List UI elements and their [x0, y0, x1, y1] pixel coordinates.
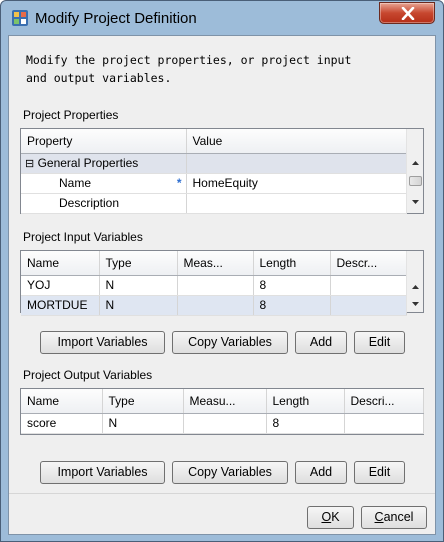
app-icon — [12, 10, 28, 26]
footer-separator — [9, 493, 435, 494]
ok-label-rest: K — [331, 510, 340, 524]
scroll-up-icon[interactable] — [411, 159, 420, 168]
column-header-description[interactable]: Descr... — [330, 251, 407, 276]
output-variables-grid[interactable]: Name Type Measu... Length Descri... scor… — [20, 388, 424, 435]
cancel-button[interactable]: Cancel — [361, 506, 427, 529]
column-header-length[interactable]: Length — [266, 389, 345, 414]
cancel-label-rest: ancel — [383, 510, 414, 524]
property-label: Name — [59, 176, 92, 190]
column-header-property[interactable]: Property — [21, 129, 187, 154]
cell-type[interactable]: N — [99, 275, 178, 296]
column-header-value[interactable]: Value — [186, 129, 407, 154]
cell-type[interactable]: N — [99, 295, 178, 316]
project-properties-label: Project Properties — [23, 108, 119, 122]
collapse-icon[interactable]: ⊟ — [25, 158, 34, 170]
cell-measure[interactable] — [177, 295, 254, 316]
scroll-down-icon[interactable] — [411, 299, 420, 308]
cell-type[interactable]: N — [102, 413, 184, 434]
edit-output-variable-button[interactable]: Edit — [354, 461, 405, 484]
import-input-variables-button[interactable]: Import Variables — [40, 331, 165, 354]
properties-grid[interactable]: Property Value ⊟ General Properties Name… — [20, 128, 424, 214]
column-header-type[interactable]: Type — [99, 251, 178, 276]
property-value[interactable] — [186, 193, 407, 214]
import-output-variables-button[interactable]: Import Variables — [40, 461, 165, 484]
property-row-name[interactable]: Name * HomeEquity — [21, 173, 407, 194]
edit-input-variable-button[interactable]: Edit — [354, 331, 405, 354]
column-header-name[interactable]: Name — [21, 389, 103, 414]
output-variables-label: Project Output Variables — [23, 368, 153, 382]
table-row[interactable]: YOJ N 8 — [21, 275, 407, 296]
cell-length[interactable]: 8 — [253, 275, 331, 296]
column-header-description[interactable]: Descri... — [344, 389, 424, 414]
property-group-row[interactable]: ⊟ General Properties — [21, 153, 407, 174]
window-title: Modify Project Definition — [35, 10, 197, 27]
group-label: General Properties — [37, 156, 139, 170]
table-row[interactable]: MORTDUE N 8 — [21, 295, 407, 316]
property-value[interactable]: HomeEquity — [186, 173, 407, 194]
cell-name[interactable]: score — [21, 413, 103, 434]
column-header-name[interactable]: Name — [21, 251, 100, 276]
input-variables-grid[interactable]: Name Type Meas... Length Descr... YOJ N — [20, 250, 424, 316]
input-variables-scrollbar[interactable] — [406, 251, 423, 312]
column-header-measure[interactable]: Measu... — [183, 389, 267, 414]
input-variables-label: Project Input Variables — [23, 230, 143, 244]
copy-output-variables-button[interactable]: Copy Variables — [172, 461, 288, 484]
properties-scrollbar[interactable] — [406, 129, 423, 213]
cell-name[interactable]: YOJ — [21, 275, 100, 296]
column-header-length[interactable]: Length — [253, 251, 331, 276]
cell-length[interactable]: 8 — [253, 295, 331, 316]
scroll-thumb[interactable] — [409, 176, 422, 186]
cell-description[interactable] — [344, 413, 424, 434]
cancel-mnemonic: C — [374, 510, 384, 524]
close-button[interactable] — [379, 2, 435, 24]
cell-measure[interactable] — [177, 275, 254, 296]
cell-description[interactable] — [330, 275, 407, 296]
copy-input-variables-button[interactable]: Copy Variables — [172, 331, 288, 354]
cell-measure[interactable] — [183, 413, 267, 434]
close-icon — [401, 7, 415, 20]
scroll-up-icon[interactable] — [411, 283, 420, 292]
dialog-client-area: Modify the project properties, or projec… — [8, 35, 436, 535]
cell-description[interactable] — [330, 295, 407, 316]
intro-text: Modify the project properties, or projec… — [26, 53, 352, 85]
required-marker: * — [176, 176, 182, 190]
cell-name[interactable]: MORTDUE — [21, 295, 100, 316]
add-input-variable-button[interactable]: Add — [295, 331, 347, 354]
table-row[interactable]: score N 8 — [21, 413, 424, 434]
column-header-type[interactable]: Type — [102, 389, 184, 414]
dialog-window: Modify Project Definition Modify the pro… — [0, 0, 444, 542]
scroll-down-icon[interactable] — [411, 197, 420, 206]
ok-button[interactable]: OK — [307, 506, 354, 529]
column-header-measure[interactable]: Meas... — [177, 251, 254, 276]
ok-mnemonic: O — [321, 510, 332, 524]
title-bar[interactable]: Modify Project Definition — [1, 1, 443, 35]
property-label: Description — [21, 193, 187, 214]
cell-length[interactable]: 8 — [266, 413, 345, 434]
add-output-variable-button[interactable]: Add — [295, 461, 347, 484]
property-row-description[interactable]: Description — [21, 193, 407, 214]
